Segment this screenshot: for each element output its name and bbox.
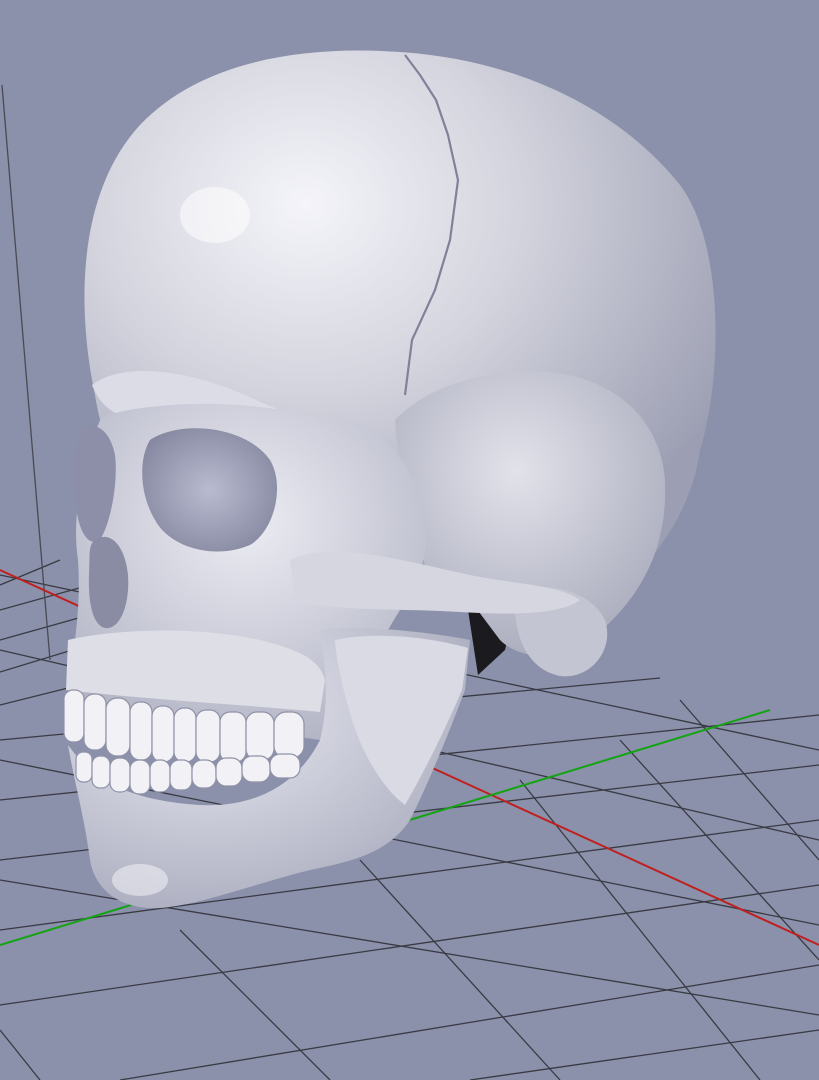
3d-viewport[interactable]	[0, 0, 819, 1080]
cranium-highlight	[180, 187, 250, 243]
chin-highlight	[112, 864, 168, 896]
skull-model[interactable]	[63, 50, 716, 909]
viewport-canvas[interactable]	[0, 0, 819, 1080]
